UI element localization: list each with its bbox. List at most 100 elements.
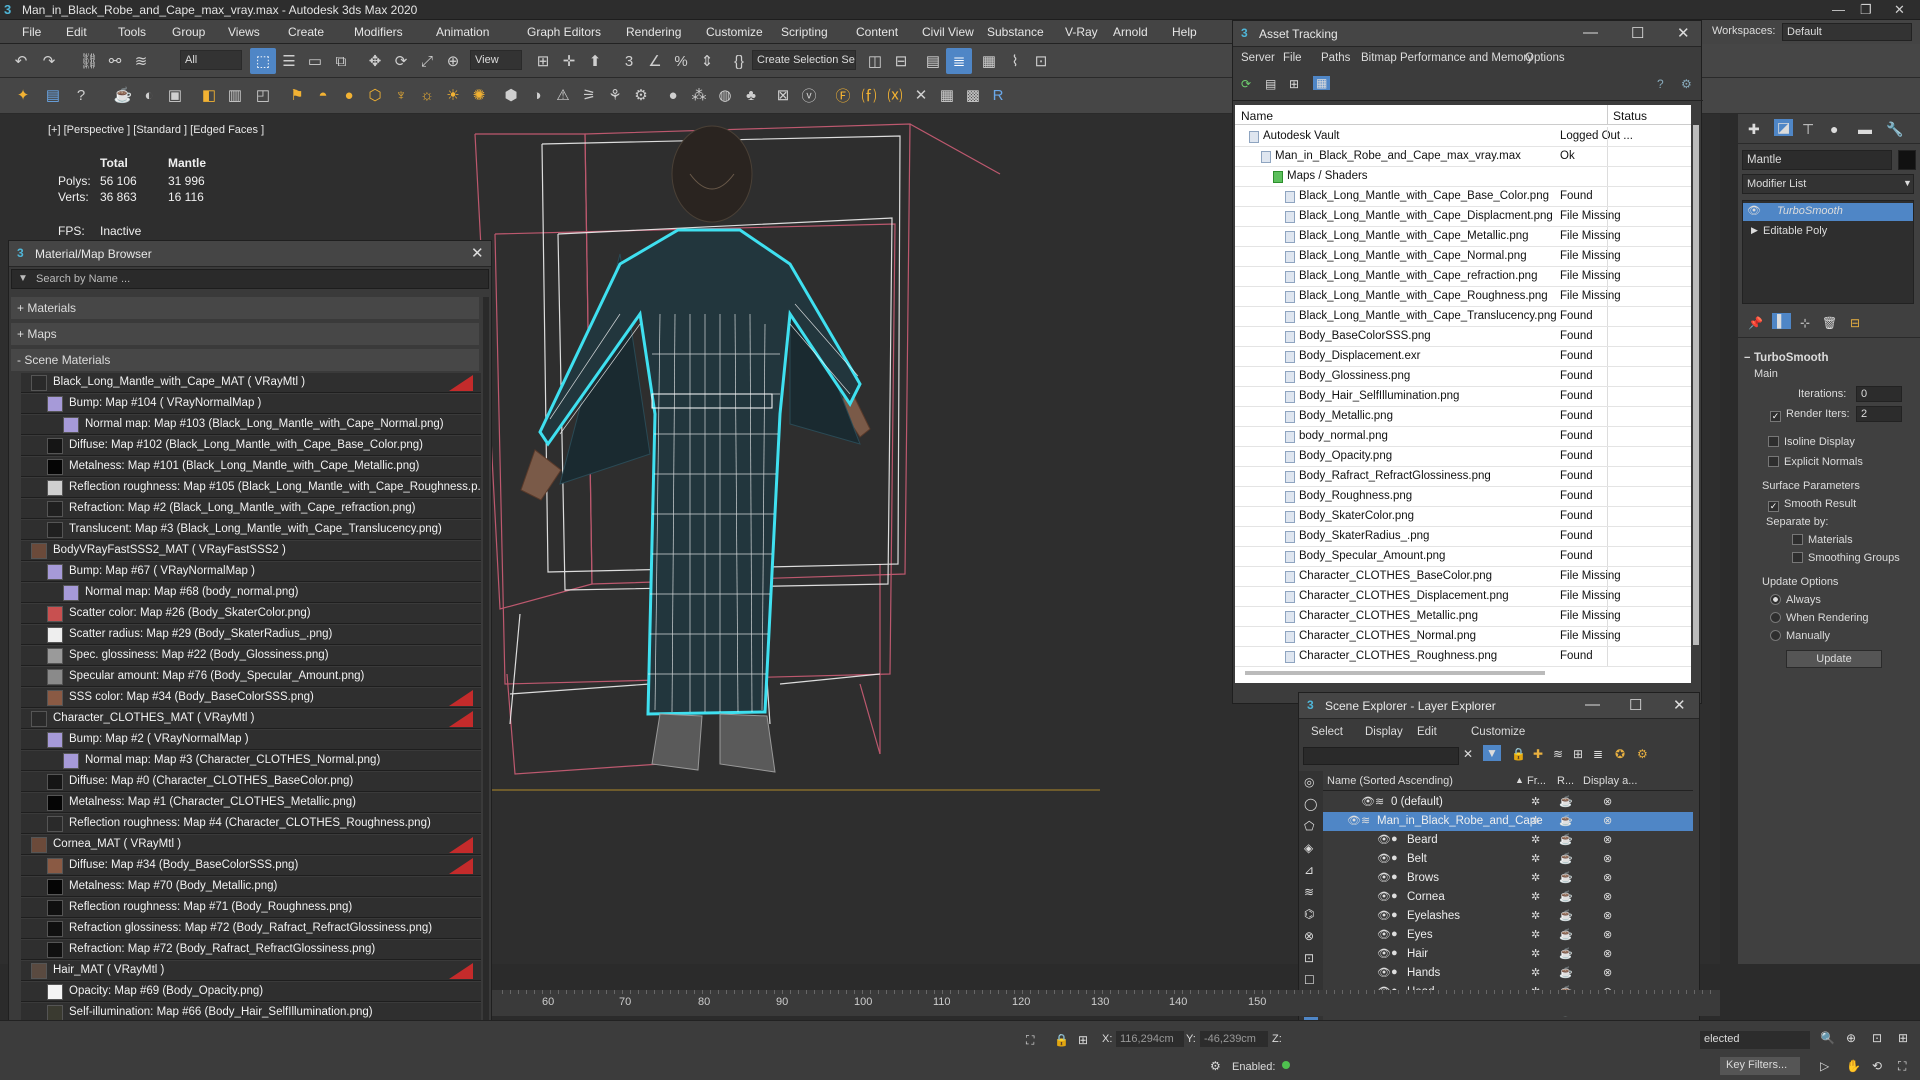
display-as-box-icon[interactable]: ⊗ bbox=[1603, 966, 1612, 979]
column-name[interactable]: Name (Sorted Ascending) bbox=[1327, 775, 1453, 787]
column-freeze[interactable]: Fr... bbox=[1527, 775, 1546, 787]
material-list-item[interactable]: Cornea_MAT ( VRayMtl ) bbox=[21, 835, 481, 855]
zoom-extents-icon[interactable]: ⊡ bbox=[1872, 1031, 1882, 1045]
help-icon[interactable]: ? bbox=[68, 82, 94, 108]
menu-item-edit[interactable]: Edit bbox=[1417, 726, 1437, 738]
vfb-icon[interactable]: ◍ bbox=[712, 82, 738, 108]
display-lights-icon[interactable]: ◈ bbox=[1304, 841, 1313, 855]
menu-item-display[interactable]: Display bbox=[1365, 726, 1403, 738]
manually-radio[interactable] bbox=[1770, 630, 1786, 642]
material-list-item[interactable]: Refraction: Map #72 (Body_Rafract_Refrac… bbox=[21, 940, 481, 960]
lock-selection-icon[interactable]: 🔒 bbox=[1054, 1033, 1069, 1047]
zoom-icon[interactable]: 🔍 bbox=[1820, 1031, 1835, 1045]
asset-row[interactable]: Body_SkaterRadius_.png Found bbox=[1235, 527, 1691, 547]
asset-row[interactable]: Black_Long_Mantle_with_Cape_Normal.png Fi… bbox=[1235, 247, 1691, 267]
asset-row[interactable]: Maps / Shaders bbox=[1235, 167, 1691, 187]
menu-item-file[interactable]: File bbox=[1283, 52, 1302, 64]
freeze-icon[interactable]: ✲ bbox=[1531, 966, 1540, 979]
fp-icon[interactable]: Ⓕ bbox=[830, 82, 856, 108]
asset-row[interactable]: Body_Metallic.png Found bbox=[1235, 407, 1691, 427]
visibility-eye-icon[interactable]: 👁 bbox=[1361, 795, 1375, 808]
maximize-icon[interactable]: ❐ bbox=[1860, 2, 1872, 18]
menu-item-content[interactable]: Content bbox=[856, 25, 898, 39]
close-icon[interactable]: ✕ bbox=[471, 244, 484, 262]
asset-row[interactable]: Black_Long_Mantle_with_Cape_Metallic.png… bbox=[1235, 227, 1691, 247]
material-list-item[interactable]: Reflection roughness: Map #105 (Black_Lo… bbox=[21, 478, 481, 498]
maximize-viewport-icon[interactable]: ⛶ bbox=[1898, 1059, 1906, 1074]
key-filters-button[interactable]: Key Filters... bbox=[1720, 1057, 1800, 1075]
explicit-normals-checkbox[interactable] bbox=[1768, 456, 1784, 468]
asset-row[interactable]: Man_in_Black_Robe_and_Cape_max_vray.max O… bbox=[1235, 147, 1691, 167]
teapot-icon[interactable]: ☕ bbox=[110, 82, 136, 108]
display-as-box-icon[interactable]: ⊗ bbox=[1603, 909, 1612, 922]
visibility-eye-icon[interactable]: 👁 bbox=[1377, 890, 1391, 903]
asset-row[interactable]: Character_CLOTHES_Metallic.png File Missi… bbox=[1235, 607, 1691, 627]
x-coordinate-field[interactable]: 116,294cm bbox=[1116, 1031, 1184, 1047]
freeze-icon[interactable]: ✲ bbox=[1531, 871, 1540, 884]
renderable-icon[interactable]: ☕ bbox=[1559, 928, 1573, 941]
menu-item-group[interactable]: Group bbox=[172, 25, 205, 39]
stack-icon[interactable]: ≣ bbox=[1593, 747, 1603, 761]
light-lister-icon[interactable]: ✺ bbox=[466, 82, 492, 108]
scrollbar[interactable] bbox=[483, 297, 489, 1073]
visibility-eye-icon[interactable]: 👁 bbox=[1377, 852, 1391, 865]
named-selection-dropdown[interactable]: Create Selection Se bbox=[752, 50, 856, 70]
menu-item-arnold[interactable]: Arnold bbox=[1113, 25, 1148, 39]
scene-search-input[interactable] bbox=[1303, 747, 1459, 765]
object-color-swatch[interactable] bbox=[1898, 150, 1916, 170]
viewport-label[interactable]: [+] [Perspective ] [Standard ] [Edged Fa… bbox=[48, 124, 264, 136]
display-geometry-icon[interactable]: ◯ bbox=[1304, 797, 1317, 811]
renderable-icon[interactable]: ☕ bbox=[1559, 852, 1573, 865]
group-scene-materials[interactable]: - Scene Materials bbox=[11, 349, 479, 371]
material-list-item[interactable]: SSS color: Map #34 (Body_BaseColorSSS.pn… bbox=[21, 688, 481, 708]
maximize-icon[interactable]: ☐ bbox=[1629, 696, 1642, 714]
material-list-item[interactable]: Metalness: Map #101 (Black_Long_Mantle_w… bbox=[21, 457, 481, 477]
display-bones-icon[interactable]: ☐ bbox=[1304, 973, 1315, 987]
selection-filter-dropdown[interactable]: All bbox=[180, 50, 242, 70]
window-crossing-icon[interactable]: ⧉ bbox=[328, 48, 354, 74]
play-icon[interactable]: ▷ bbox=[1820, 1059, 1829, 1073]
freeze-icon[interactable]: ✲ bbox=[1531, 795, 1540, 808]
camera-icon[interactable]: ⚠ bbox=[550, 82, 576, 108]
decal-icon[interactable]: ⚙ bbox=[628, 82, 654, 108]
asset-row[interactable]: Black_Long_Mantle_with_Cape_Base_Color.p… bbox=[1235, 187, 1691, 207]
display-none-icon[interactable]: ◎ bbox=[1304, 775, 1314, 789]
material-list-item[interactable]: Bump: Map #104 ( VRayNormalMap ) bbox=[21, 394, 481, 414]
material-list-item[interactable]: Scatter radius: Map #29 (Body_SkaterRadi… bbox=[21, 625, 481, 645]
menu-item-file[interactable]: File bbox=[22, 25, 41, 39]
asset-row[interactable]: Character_CLOTHES_Normal.png File Missing bbox=[1235, 627, 1691, 647]
proxy-icon[interactable]: ⬢ bbox=[498, 82, 524, 108]
utilities-tab-icon[interactable]: 🔧 bbox=[1886, 121, 1903, 138]
material-list-item[interactable]: Refraction glossiness: Map #72 (Body_Raf… bbox=[21, 919, 481, 939]
asset-row[interactable]: Black_Long_Mantle_with_Cape_refraction.p… bbox=[1235, 267, 1691, 287]
display-cameras-icon[interactable]: ⊿ bbox=[1304, 863, 1314, 877]
asset-row[interactable]: body_normal.png Found bbox=[1235, 427, 1691, 447]
isoline-checkbox[interactable] bbox=[1768, 436, 1784, 448]
display-shapes-icon[interactable]: ⬠ bbox=[1304, 819, 1314, 833]
when-rendering-radio[interactable] bbox=[1770, 612, 1786, 624]
material-list-item[interactable]: Bump: Map #67 ( VRayNormalMap ) bbox=[21, 562, 481, 582]
group-maps[interactable]: + Maps bbox=[11, 323, 479, 345]
grid-icon[interactable]: ▩ bbox=[960, 82, 986, 108]
scene-tree-row[interactable]: 👁 ● Beard ✲ ☕ ⊗ bbox=[1323, 831, 1693, 850]
configure-sets-icon[interactable]: ⊟ bbox=[1850, 316, 1860, 330]
select-manipulate-icon[interactable]: ✛ bbox=[556, 48, 582, 74]
menu-item-rendering[interactable]: Rendering bbox=[626, 25, 681, 39]
fur-icon[interactable]: ⚞ bbox=[576, 82, 602, 108]
material-list-item[interactable]: Character_CLOTHES_MAT ( VRayMtl ) bbox=[21, 709, 481, 729]
menu-item-civil-view[interactable]: Civil View bbox=[922, 25, 974, 39]
modify-tab-icon[interactable]: ◪ bbox=[1774, 119, 1794, 136]
edit-named-selection-icon[interactable]: {} bbox=[726, 48, 752, 74]
column-status[interactable]: Status bbox=[1613, 109, 1647, 123]
y-coordinate-field[interactable]: -46,239cm bbox=[1200, 1031, 1268, 1047]
box-icon[interactable]: ▣ bbox=[162, 82, 188, 108]
bind-space-warp-icon[interactable]: ≋ bbox=[128, 48, 154, 74]
dome-light-icon[interactable]: ⬡ bbox=[362, 82, 388, 108]
select-object-icon[interactable]: ⬚ bbox=[250, 48, 276, 74]
spinner-snap-icon[interactable]: ⇕ bbox=[694, 48, 720, 74]
menu-item-select[interactable]: Select bbox=[1311, 726, 1343, 738]
minimize-icon[interactable]: — bbox=[1832, 2, 1845, 17]
scale-icon[interactable]: ⤢ bbox=[414, 48, 440, 74]
make-unique-icon[interactable]: ⊹ bbox=[1800, 316, 1810, 330]
scene-tree-row[interactable]: 👁 ≋ 0 (default) ✲ ☕ ⊗ bbox=[1323, 793, 1693, 812]
